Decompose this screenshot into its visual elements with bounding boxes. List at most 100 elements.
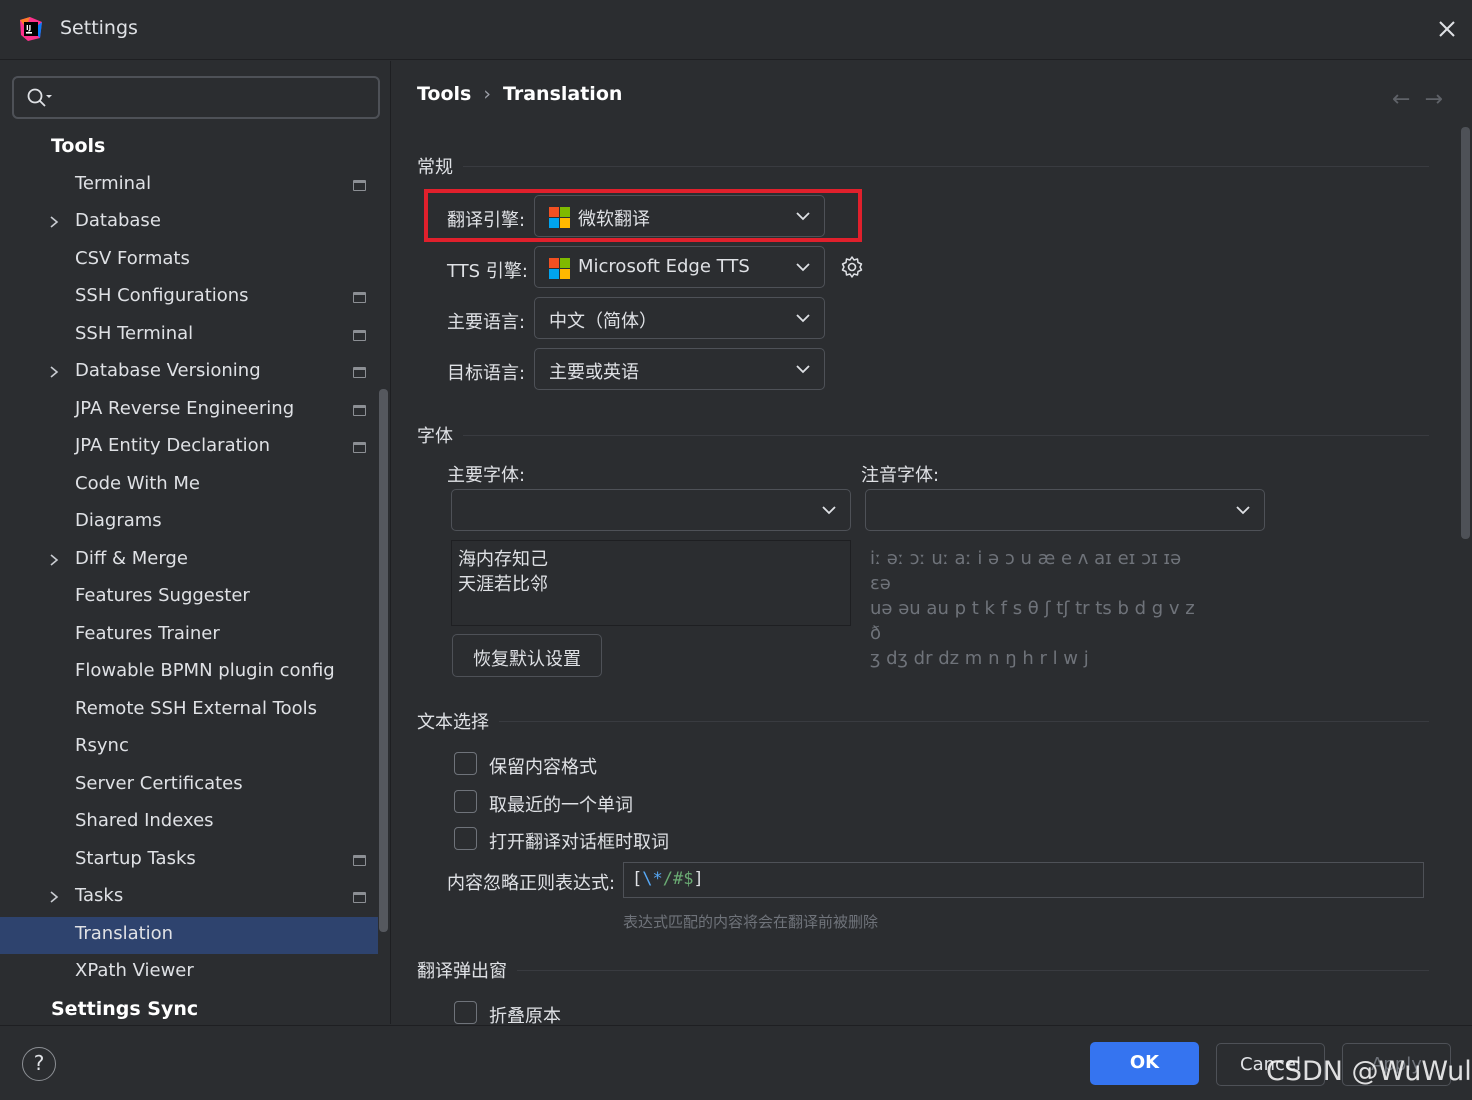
ignore-regex-input[interactable]: [\*/#$] xyxy=(623,862,1424,898)
fold-original-checkbox[interactable] xyxy=(454,1001,477,1024)
ignore-regex-hint: 表达式匹配的内容将会在翻译前被删除 xyxy=(623,913,879,931)
phonetic-line: ʒ dʒ dr dz m n ŋ h r l w j xyxy=(870,648,1089,669)
breadcrumb-separator: › xyxy=(483,83,491,105)
translator-label: 翻译引擎: xyxy=(447,210,526,231)
tts-label: TTS 引擎: xyxy=(447,261,528,282)
primary-language-value: 中文（简体） xyxy=(549,311,657,332)
sidebar-item[interactable]: CSV Formats xyxy=(0,242,390,279)
sidebar-item[interactable]: Tasks xyxy=(0,879,390,916)
project-level-icon xyxy=(353,180,366,191)
phonetic-font-dropdown[interactable] xyxy=(865,489,1265,531)
sidebar-item[interactable]: Diff & Merge xyxy=(0,542,390,579)
sidebar-scrollbar[interactable] xyxy=(379,389,388,932)
sidebar-item-label: Tools xyxy=(51,135,106,157)
sidebar-item-label: Diagrams xyxy=(75,510,162,531)
sidebar-item[interactable]: Settings Sync xyxy=(0,992,390,1024)
sidebar-item[interactable]: Database xyxy=(0,204,390,241)
history-nav: ←→ xyxy=(1392,87,1457,112)
chevron-down-icon xyxy=(796,263,810,272)
translator-value: 微软翻译 xyxy=(578,209,650,230)
close-icon[interactable] xyxy=(1434,16,1460,42)
sidebar-item-label: Rsync xyxy=(75,735,129,756)
gear-icon[interactable] xyxy=(840,255,864,279)
section-title: 字体 xyxy=(417,422,463,448)
sidebar-item[interactable]: Diagrams xyxy=(0,504,390,541)
font-preview: 海内存知己 天涯若比邻 xyxy=(451,540,851,626)
chevron-right-icon[interactable] xyxy=(48,890,60,904)
project-level-icon xyxy=(353,892,366,903)
sidebar-item[interactable]: XPath Viewer xyxy=(0,954,390,991)
sidebar-item[interactable]: Rsync xyxy=(0,729,390,766)
sidebar-item-label: Diff & Merge xyxy=(75,548,188,569)
restore-defaults-button[interactable]: 恢复默认设置 xyxy=(452,634,602,677)
project-level-icon xyxy=(353,292,366,303)
ok-button[interactable]: OK xyxy=(1090,1042,1199,1085)
dialog-footer: ? OK Cancel Apply CSDN @WuWull xyxy=(0,1025,1472,1100)
primary-font-label: 主要字体: xyxy=(447,465,526,486)
sidebar-item[interactable]: Features Suggester xyxy=(0,579,390,616)
chevron-right-icon[interactable] xyxy=(48,215,60,229)
intellij-app-icon: IJ xyxy=(20,17,42,41)
project-level-icon xyxy=(353,405,366,416)
sidebar-item[interactable]: Terminal xyxy=(0,167,390,204)
chevron-right-icon[interactable] xyxy=(48,553,60,567)
take-word-on-open-label[interactable]: 打开翻译对话框时取词 xyxy=(489,828,669,854)
chevron-down-icon xyxy=(796,365,810,374)
search-input[interactable] xyxy=(12,76,380,119)
chevron-down-icon xyxy=(822,506,836,515)
fold-original-label[interactable]: 折叠原本 xyxy=(489,1002,561,1024)
sidebar-item-label: Shared Indexes xyxy=(75,810,214,831)
sidebar-item[interactable]: Translation xyxy=(0,917,378,954)
target-language-label: 目标语言: xyxy=(447,363,526,384)
settings-content: Tools › Translation ←→ 常规 翻译引擎: 微软翻译 TTS 引… xyxy=(392,61,1472,1024)
section-general: 常规 xyxy=(417,153,1429,179)
sidebar-item-label: Database Versioning xyxy=(75,360,261,381)
sidebar-item-label: Server Certificates xyxy=(75,773,243,794)
svg-text:IJ: IJ xyxy=(26,24,31,32)
nearest-word-label[interactable]: 取最近的一个单词 xyxy=(489,791,633,817)
translator-dropdown[interactable]: 微软翻译 xyxy=(534,195,825,237)
tts-value: Microsoft Edge TTS xyxy=(578,256,750,277)
nearest-word-checkbox[interactable] xyxy=(454,790,477,813)
back-arrow-icon[interactable]: ← xyxy=(1392,87,1424,112)
sidebar-item[interactable]: Features Trainer xyxy=(0,617,390,654)
sidebar-item[interactable]: Shared Indexes xyxy=(0,804,390,841)
sidebar-item[interactable]: Server Certificates xyxy=(0,767,390,804)
sidebar-item[interactable]: Startup Tasks xyxy=(0,842,390,879)
watermark: CSDN @WuWull xyxy=(1266,1056,1472,1087)
phonetic-preview: iː əː ɔː uː aː i ə ɔ u æ e ʌ aɪ eɪ ɔɪ ɪə… xyxy=(870,546,1200,671)
ignore-regex-value: [\*/#$] xyxy=(632,869,704,889)
forward-arrow-icon[interactable]: → xyxy=(1424,87,1456,112)
sidebar-item-label: SSH Terminal xyxy=(75,323,194,344)
keep-format-checkbox[interactable] xyxy=(454,752,477,775)
section-fonts: 字体 xyxy=(417,422,1429,448)
content-scrollbar[interactable] xyxy=(1461,127,1470,539)
sidebar-item[interactable]: SSH Configurations xyxy=(0,279,390,316)
sidebar-item[interactable]: Database Versioning xyxy=(0,354,390,391)
sidebar-item[interactable]: Code With Me xyxy=(0,467,390,504)
project-level-icon xyxy=(353,855,366,866)
primary-font-dropdown[interactable] xyxy=(451,489,851,531)
chevron-right-icon[interactable] xyxy=(48,365,60,379)
tts-dropdown[interactable]: Microsoft Edge TTS xyxy=(534,246,825,288)
sidebar-item[interactable]: Remote SSH External Tools xyxy=(0,692,390,729)
sidebar-item-label: CSV Formats xyxy=(75,248,190,269)
microsoft-logo-icon xyxy=(549,258,570,279)
sidebar-item[interactable]: Flowable BPMN plugin config xyxy=(0,654,390,691)
sidebar-item[interactable]: Tools xyxy=(0,129,390,166)
ignore-regex-label: 内容忽略正则表达式: xyxy=(447,873,616,894)
take-word-on-open-checkbox[interactable] xyxy=(454,827,477,850)
sidebar-item-label: Startup Tasks xyxy=(75,848,196,869)
primary-language-dropdown[interactable]: 中文（简体） xyxy=(534,297,825,339)
breadcrumb: Tools › Translation xyxy=(417,83,622,105)
chevron-down-icon xyxy=(796,212,810,221)
help-button[interactable]: ? xyxy=(22,1047,56,1081)
breadcrumb-parent[interactable]: Tools xyxy=(417,83,471,105)
sidebar-item-label: Terminal xyxy=(75,173,152,194)
sidebar-item[interactable]: SSH Terminal xyxy=(0,317,390,354)
sidebar-item[interactable]: JPA Reverse Engineering xyxy=(0,392,390,429)
target-language-dropdown[interactable]: 主要或英语 xyxy=(534,348,825,390)
sidebar-item[interactable]: JPA Entity Declaration xyxy=(0,429,390,466)
keep-format-label[interactable]: 保留内容格式 xyxy=(489,753,597,779)
section-title: 文本选择 xyxy=(417,708,499,734)
